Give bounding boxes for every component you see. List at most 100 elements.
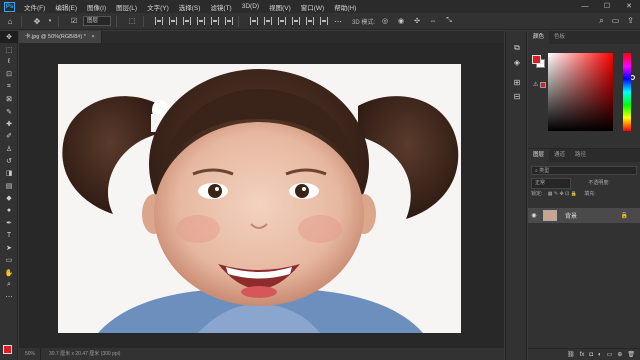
close-window-button[interactable]: ✕ — [618, 0, 640, 13]
new-layer-icon[interactable]: ⊕ — [617, 351, 622, 358]
tab-layers[interactable]: 图层 — [528, 149, 550, 162]
canvas-area[interactable] — [19, 43, 504, 348]
hue-slider[interactable] — [623, 53, 631, 131]
tab-paths[interactable]: 路径 — [570, 149, 591, 162]
layer-filter-select[interactable]: ⌕ 类型 — [531, 166, 637, 175]
menu-type[interactable]: 文字(Y) — [142, 2, 174, 12]
menu-image[interactable]: 图像(I) — [82, 2, 111, 12]
layer-row-background[interactable]: ◉ 背景 🔒 — [528, 208, 640, 223]
path-selection-tool-icon[interactable]: ➤ — [0, 242, 18, 254]
eyedropper-tool-icon[interactable]: ✎ — [0, 105, 18, 117]
menu-view[interactable]: 视图(V) — [264, 2, 296, 12]
eye-icon[interactable]: ◉ — [528, 212, 540, 219]
color-field[interactable] — [548, 53, 635, 131]
auto-select-checkbox-icon[interactable]: ☑ — [68, 15, 80, 27]
gradient-tool-icon[interactable]: ▤ — [0, 180, 18, 192]
blur-tool-icon[interactable]: ◆ — [0, 192, 18, 204]
distribute-right-icon[interactable] — [320, 17, 328, 25]
zoom-tool-icon[interactable]: ⌕ — [0, 279, 18, 291]
lasso-tool-icon[interactable]: ℓ — [0, 56, 18, 68]
move-tool-icon[interactable]: ✥ — [0, 31, 18, 44]
menu-select[interactable]: 选择(S) — [174, 2, 206, 12]
history-panel-icon[interactable]: ⧉ — [506, 41, 528, 55]
lock-icon[interactable]: 🔒 — [621, 212, 628, 219]
menu-3d[interactable]: 3D(D) — [237, 3, 264, 10]
tab-channels[interactable]: 通道 — [549, 149, 570, 162]
align-middle-icon[interactable] — [211, 17, 219, 25]
hand-tool-icon[interactable]: ✋ — [0, 266, 18, 278]
libraries-panel-icon[interactable]: ⊟ — [506, 89, 528, 103]
trash-icon[interactable]: 🗑 — [627, 351, 635, 358]
history-brush-tool-icon[interactable]: ↺ — [0, 155, 18, 167]
menu-filter[interactable]: 滤镜(T) — [205, 2, 236, 12]
3d-mode-label: 3D 模式: — [352, 19, 376, 26]
3d-scale-icon[interactable]: ⤡ — [443, 15, 455, 27]
adjustment-layer-icon[interactable]: ◐ — [598, 352, 602, 358]
align-bottom-icon[interactable] — [225, 17, 233, 25]
chevron-down-icon[interactable]: ▾ — [47, 15, 53, 27]
type-tool-icon[interactable]: T — [0, 229, 18, 241]
more-options-icon[interactable]: ⋯ — [332, 15, 344, 27]
align-top-icon[interactable] — [197, 17, 205, 25]
document-tab[interactable]: 卡.jpg @ 50%(RGB/8#) * × — [19, 31, 102, 43]
maximize-button[interactable]: ☐ — [596, 0, 618, 13]
menu-edit[interactable]: 编辑(E) — [50, 2, 82, 12]
gamut-warning-icon[interactable]: ⚠ — [533, 81, 538, 88]
gamut-swatch[interactable] — [540, 82, 546, 88]
properties-panel-icon[interactable]: ◈ — [506, 55, 528, 69]
add-mask-icon[interactable]: ◘ — [589, 352, 593, 358]
zoom-level[interactable]: 50% — [19, 348, 41, 360]
distribute-top-icon[interactable] — [250, 17, 258, 25]
3d-roll-icon[interactable]: ◉ — [395, 15, 407, 27]
rectangle-tool-icon[interactable]: ▭ — [0, 254, 18, 266]
menu-window[interactable]: 窗口(W) — [296, 2, 329, 12]
dodge-tool-icon[interactable]: ● — [0, 204, 18, 216]
auto-select-target-select[interactable]: 图层 — [83, 16, 111, 26]
home-icon[interactable]: ⌂ — [4, 15, 16, 27]
close-tab-icon[interactable]: × — [91, 34, 94, 40]
search-icon[interactable]: ⌕ — [599, 16, 603, 26]
healing-brush-tool-icon[interactable]: ✚ — [0, 118, 18, 130]
3d-slide-icon[interactable]: ⇔ — [427, 15, 439, 27]
workspace-icon[interactable]: ▭ — [612, 16, 620, 26]
foreground-color-swatch[interactable] — [3, 345, 12, 354]
frame-tool-icon[interactable]: ⊠ — [0, 93, 18, 105]
eraser-tool-icon[interactable]: ◨ — [0, 167, 18, 179]
layer-thumbnail — [543, 210, 557, 221]
minimize-button[interactable]: — — [574, 0, 596, 13]
panel-foreground-swatch[interactable] — [532, 55, 541, 64]
tab-swatches[interactable]: 色板 — [549, 31, 570, 44]
marquee-tool-icon[interactable]: ⬚ — [0, 43, 18, 55]
blend-mode-select[interactable]: 正常 — [531, 178, 571, 189]
object-select-tool-icon[interactable]: ⊡ — [0, 68, 18, 80]
align-left-icon[interactable] — [155, 17, 163, 25]
fx-icon[interactable]: fx — [580, 352, 585, 358]
menu-file[interactable]: 文件(F) — [19, 2, 50, 12]
tools-panel: ✥ ⬚ ℓ ⊡ ⌗ ⊠ ✎ ✚ ✐ ♙ ↺ ◨ ▤ ◆ ● ✒ T ➤ ▭ ✋ … — [0, 31, 18, 360]
distribute-middle-icon[interactable] — [264, 17, 272, 25]
more-tools-icon[interactable]: ⋯ — [0, 291, 18, 303]
distribute-center-icon[interactable] — [306, 17, 314, 25]
distribute-left-icon[interactable] — [292, 17, 300, 25]
clone-stamp-tool-icon[interactable]: ♙ — [0, 143, 18, 155]
menu-help[interactable]: 帮助(H) — [329, 2, 361, 12]
adjustments-panel-icon[interactable]: ⊞ — [506, 75, 528, 89]
align-right-icon[interactable] — [183, 17, 191, 25]
3d-pan-icon[interactable]: ✣ — [411, 15, 423, 27]
distribute-bottom-icon[interactable] — [278, 17, 286, 25]
transform-controls-icon[interactable]: ⬚ — [126, 15, 138, 27]
align-center-icon[interactable] — [169, 17, 177, 25]
menu-layer[interactable]: 图层(L) — [111, 2, 142, 12]
lock-icons[interactable]: ▦ ✎ ✥ ⊡ 🔒 — [548, 191, 577, 197]
new-group-icon[interactable]: ▭ — [607, 351, 613, 358]
document-tab-title: 卡.jpg @ 50%(RGB/8#) * — [25, 34, 86, 40]
crop-tool-icon[interactable]: ⌗ — [0, 81, 18, 93]
tab-color[interactable]: 颜色 — [528, 31, 550, 44]
link-layers-icon[interactable]: ⛓ — [567, 351, 575, 358]
share-icon[interactable]: ⇪ — [627, 16, 634, 26]
pen-tool-icon[interactable]: ✒ — [0, 217, 18, 229]
move-tool-icon[interactable]: ✥ — [31, 15, 43, 27]
3d-orbit-icon[interactable]: ◎ — [379, 15, 391, 27]
photo-canvas[interactable] — [58, 64, 461, 333]
brush-tool-icon[interactable]: ✐ — [0, 130, 18, 142]
